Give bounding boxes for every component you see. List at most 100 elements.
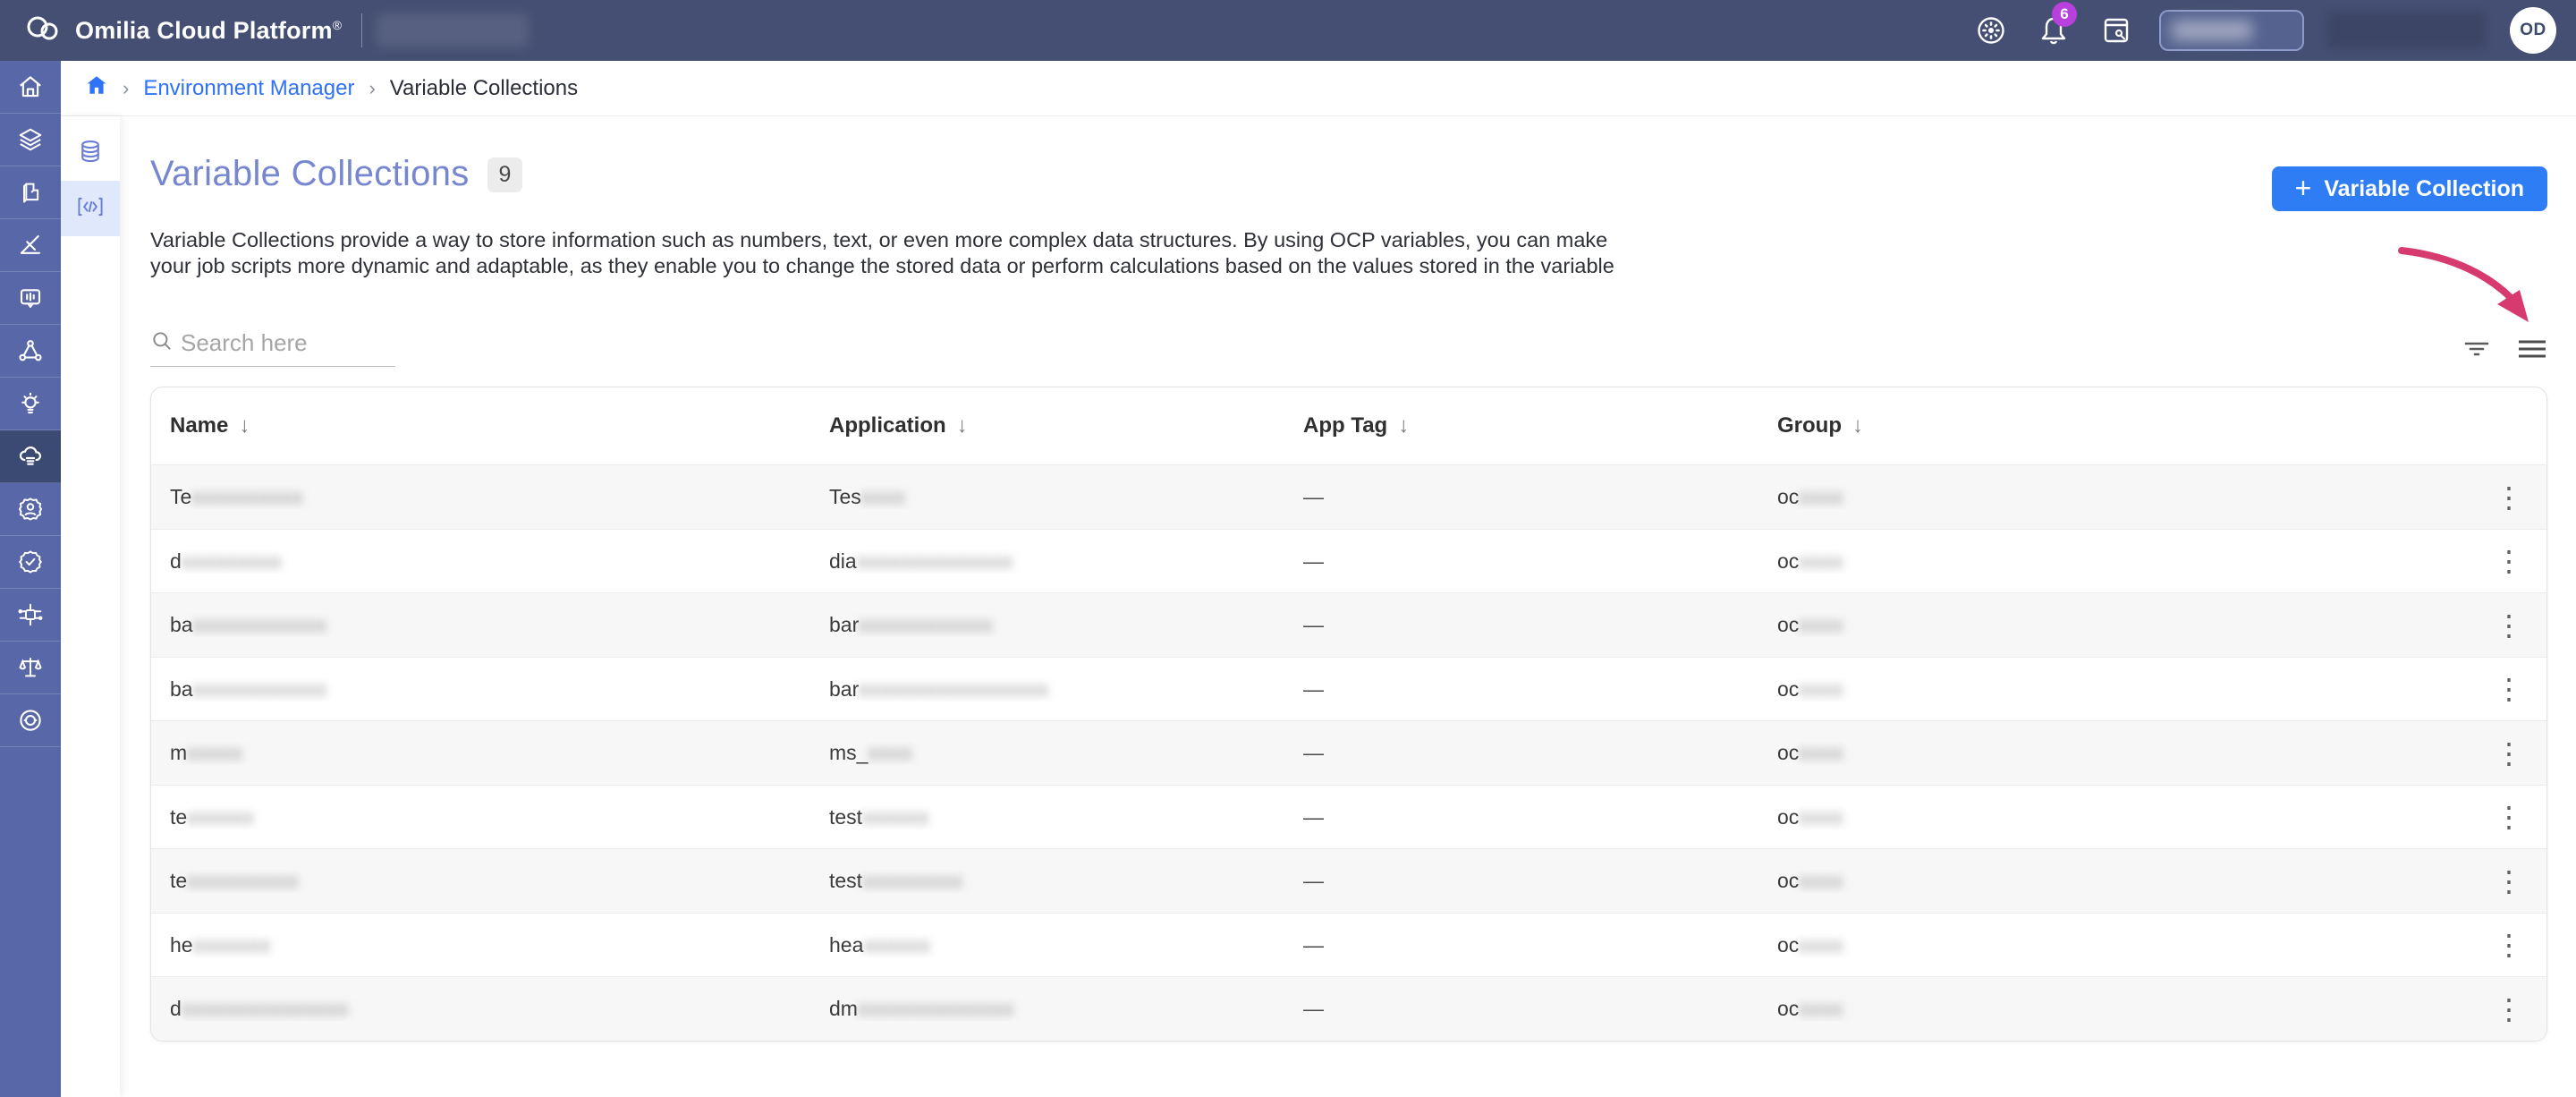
set-square-icon bbox=[17, 232, 44, 259]
sidebar-item-quality[interactable] bbox=[0, 536, 61, 589]
cell-application: ms_xxxx bbox=[829, 741, 913, 764]
home-icon bbox=[17, 73, 44, 100]
table-row[interactable]: baxxxxxxxxxxxx barxxxxxxxxxxxx — ocxxxx … bbox=[151, 592, 2546, 657]
redacted-text: xxxx bbox=[860, 485, 906, 508]
sidebar bbox=[0, 61, 61, 1097]
redacted-text: xxxxxxxxx bbox=[181, 548, 283, 573]
redacted-text-blur bbox=[2172, 21, 2252, 40]
cell-name: baxxxxxxxxxxxx bbox=[170, 676, 327, 701]
sidebar-item-compliance[interactable] bbox=[0, 642, 61, 694]
redacted-text: xxxxxxxxx bbox=[862, 869, 963, 892]
breadcrumb-current: Variable Collections bbox=[389, 75, 579, 100]
sidebar-item-analytics[interactable] bbox=[0, 219, 61, 272]
mini-sidebar-item-variable-collections[interactable] bbox=[61, 181, 120, 236]
cell-application: diaxxxxxxxxxxxxxx bbox=[829, 548, 1013, 573]
redacted-text: xxxx bbox=[1799, 676, 1844, 701]
logo: Omilia Cloud Platform® bbox=[23, 13, 342, 48]
sidebar-item-orchestrator[interactable] bbox=[0, 325, 61, 378]
redacted-text: xxxxxx bbox=[862, 804, 930, 829]
table-row[interactable]: baxxxxxxxxxxxx barxxxxxxxxxxxxxxxxx — oc… bbox=[151, 656, 2546, 721]
redacted-text: xxxx bbox=[1799, 613, 1844, 636]
kebab-menu-icon[interactable]: ⋮ bbox=[2471, 995, 2546, 1024]
kebab-menu-icon[interactable]: ⋮ bbox=[2471, 867, 2546, 896]
breadcrumb-link-environment-manager[interactable]: Environment Manager bbox=[143, 76, 354, 101]
redacted-text: xxxxx bbox=[187, 741, 243, 764]
table-row[interactable]: texxxxxx testxxxxxx — ocxxxx ⋮ bbox=[151, 784, 2546, 849]
sort-arrow-icon[interactable]: ↓ bbox=[1852, 413, 1863, 438]
redacted-text: xxxxxxxxxxxx bbox=[192, 676, 327, 701]
cell-application: testxxxxxx bbox=[829, 804, 930, 829]
redacted-text: xxxxxx bbox=[863, 932, 931, 957]
kebab-menu-icon[interactable]: ⋮ bbox=[2471, 931, 2546, 959]
redacted-text: xxxx bbox=[868, 741, 913, 764]
kebab-menu-icon[interactable]: ⋮ bbox=[2471, 803, 2546, 831]
table-row[interactable]: dxxxxxxxxxxxxxxx dmxxxxxxxxxxxxxx — ocxx… bbox=[151, 976, 2546, 1041]
kebab-menu-icon[interactable]: ⋮ bbox=[2471, 483, 2546, 512]
breadcrumb-separator: › bbox=[369, 76, 376, 99]
redacted-text: xxxxxxxxxxxxxxxxx bbox=[859, 676, 1049, 701]
cell-application: dmxxxxxxxxxxxxxx bbox=[829, 997, 1014, 1020]
settings-sun-icon[interactable] bbox=[1975, 14, 2007, 47]
cloud-env-icon bbox=[16, 442, 45, 471]
cell-group: ocxxxx bbox=[1777, 676, 1844, 701]
sidebar-item-environment-manager[interactable] bbox=[0, 430, 61, 483]
sidebar-item-builder[interactable] bbox=[0, 166, 61, 219]
topbar-divider bbox=[361, 13, 363, 47]
add-variable-collection-button[interactable]: + Variable Collection bbox=[2271, 166, 2547, 211]
sort-arrow-icon[interactable]: ↓ bbox=[239, 413, 250, 438]
cell-name: dxxxxxxxxx bbox=[170, 548, 283, 573]
cell-name: dxxxxxxxxxxxxxxx bbox=[170, 997, 350, 1020]
cell-application: testxxxxxxxxx bbox=[829, 869, 963, 892]
redacted-text: xxxxxxxxxxxxxx bbox=[856, 548, 1013, 573]
table-row[interactable]: dxxxxxxxxx diaxxxxxxxxxxxxxx — ocxxxx ⋮ bbox=[151, 528, 2546, 593]
registered-mark: ® bbox=[332, 17, 343, 32]
sort-arrow-icon[interactable]: ↓ bbox=[1398, 413, 1409, 438]
chip-icon bbox=[17, 601, 44, 628]
page-title: Variable Collections bbox=[150, 154, 470, 193]
release-notes-icon[interactable] bbox=[2100, 14, 2132, 47]
notification-badge: 6 bbox=[2052, 2, 2077, 27]
hamburger-icon[interactable] bbox=[2517, 336, 2547, 361]
table-row[interactable]: texxxxxxxxxx testxxxxxxxxx — ocxxxx ⋮ bbox=[151, 848, 2546, 913]
table-row[interactable]: Texxxxxxxxxx Tesxxxx — ocxxxx ⋮ bbox=[151, 464, 2546, 529]
bell-icon[interactable]: 6 bbox=[2038, 2, 2077, 47]
kebab-menu-icon[interactable]: ⋮ bbox=[2471, 547, 2546, 575]
sidebar-item-insights[interactable] bbox=[0, 378, 61, 430]
sort-arrow-icon[interactable]: ↓ bbox=[957, 413, 968, 438]
block-icon bbox=[18, 180, 43, 205]
count-badge: 9 bbox=[487, 157, 523, 192]
sidebar-item-integrations[interactable] bbox=[0, 589, 61, 642]
table-row[interactable]: hexxxxxxx heaxxxxxx — ocxxxx ⋮ bbox=[151, 912, 2546, 977]
tenant-selector[interactable] bbox=[2159, 10, 2304, 51]
sidebar-item-dialogs[interactable] bbox=[0, 272, 61, 325]
search-icon bbox=[150, 329, 174, 357]
avatar[interactable]: OD bbox=[2510, 7, 2556, 54]
cell-group: ocxxxx bbox=[1777, 997, 1844, 1020]
cell-group: ocxxxx bbox=[1777, 932, 1844, 957]
breadcrumb-separator: › bbox=[123, 76, 130, 99]
main-content: Variable Collections 9 + Variable Collec… bbox=[120, 116, 2576, 1097]
sidebar-item-applications[interactable] bbox=[0, 114, 61, 166]
redacted-text: xxxxxxx bbox=[192, 932, 272, 957]
database-icon bbox=[77, 138, 104, 169]
mini-sidebar-item-data[interactable] bbox=[61, 125, 120, 181]
table-row[interactable]: mxxxxx ms_xxxx — ocxxxx ⋮ bbox=[151, 720, 2546, 785]
kebab-menu-icon[interactable]: ⋮ bbox=[2471, 675, 2546, 703]
product-name: Omilia Cloud Platform® bbox=[75, 16, 343, 44]
cell-group: ocxxxx bbox=[1777, 869, 1844, 892]
sidebar-item-support[interactable] bbox=[0, 694, 61, 747]
sidebar-item-home[interactable] bbox=[0, 61, 61, 114]
redacted-text-blur bbox=[2327, 13, 2485, 48]
filter-icon[interactable] bbox=[2463, 337, 2490, 361]
cell-app-tag: — bbox=[1303, 804, 1324, 829]
redacted-text: xxxx bbox=[1799, 997, 1844, 1020]
breadcrumb-home-icon[interactable] bbox=[85, 73, 108, 103]
kebab-menu-icon[interactable]: ⋮ bbox=[2471, 611, 2546, 640]
cell-name: texxxxxx bbox=[170, 804, 255, 829]
redacted-text: xxxxxxxxxxxxxxx bbox=[181, 997, 350, 1020]
kebab-menu-icon[interactable]: ⋮ bbox=[2471, 739, 2546, 768]
column-header-group: Group ↓ bbox=[1777, 413, 1863, 438]
redacted-text-blur bbox=[377, 13, 530, 47]
sidebar-item-user-admin[interactable] bbox=[0, 483, 61, 536]
search-input[interactable] bbox=[181, 329, 395, 358]
